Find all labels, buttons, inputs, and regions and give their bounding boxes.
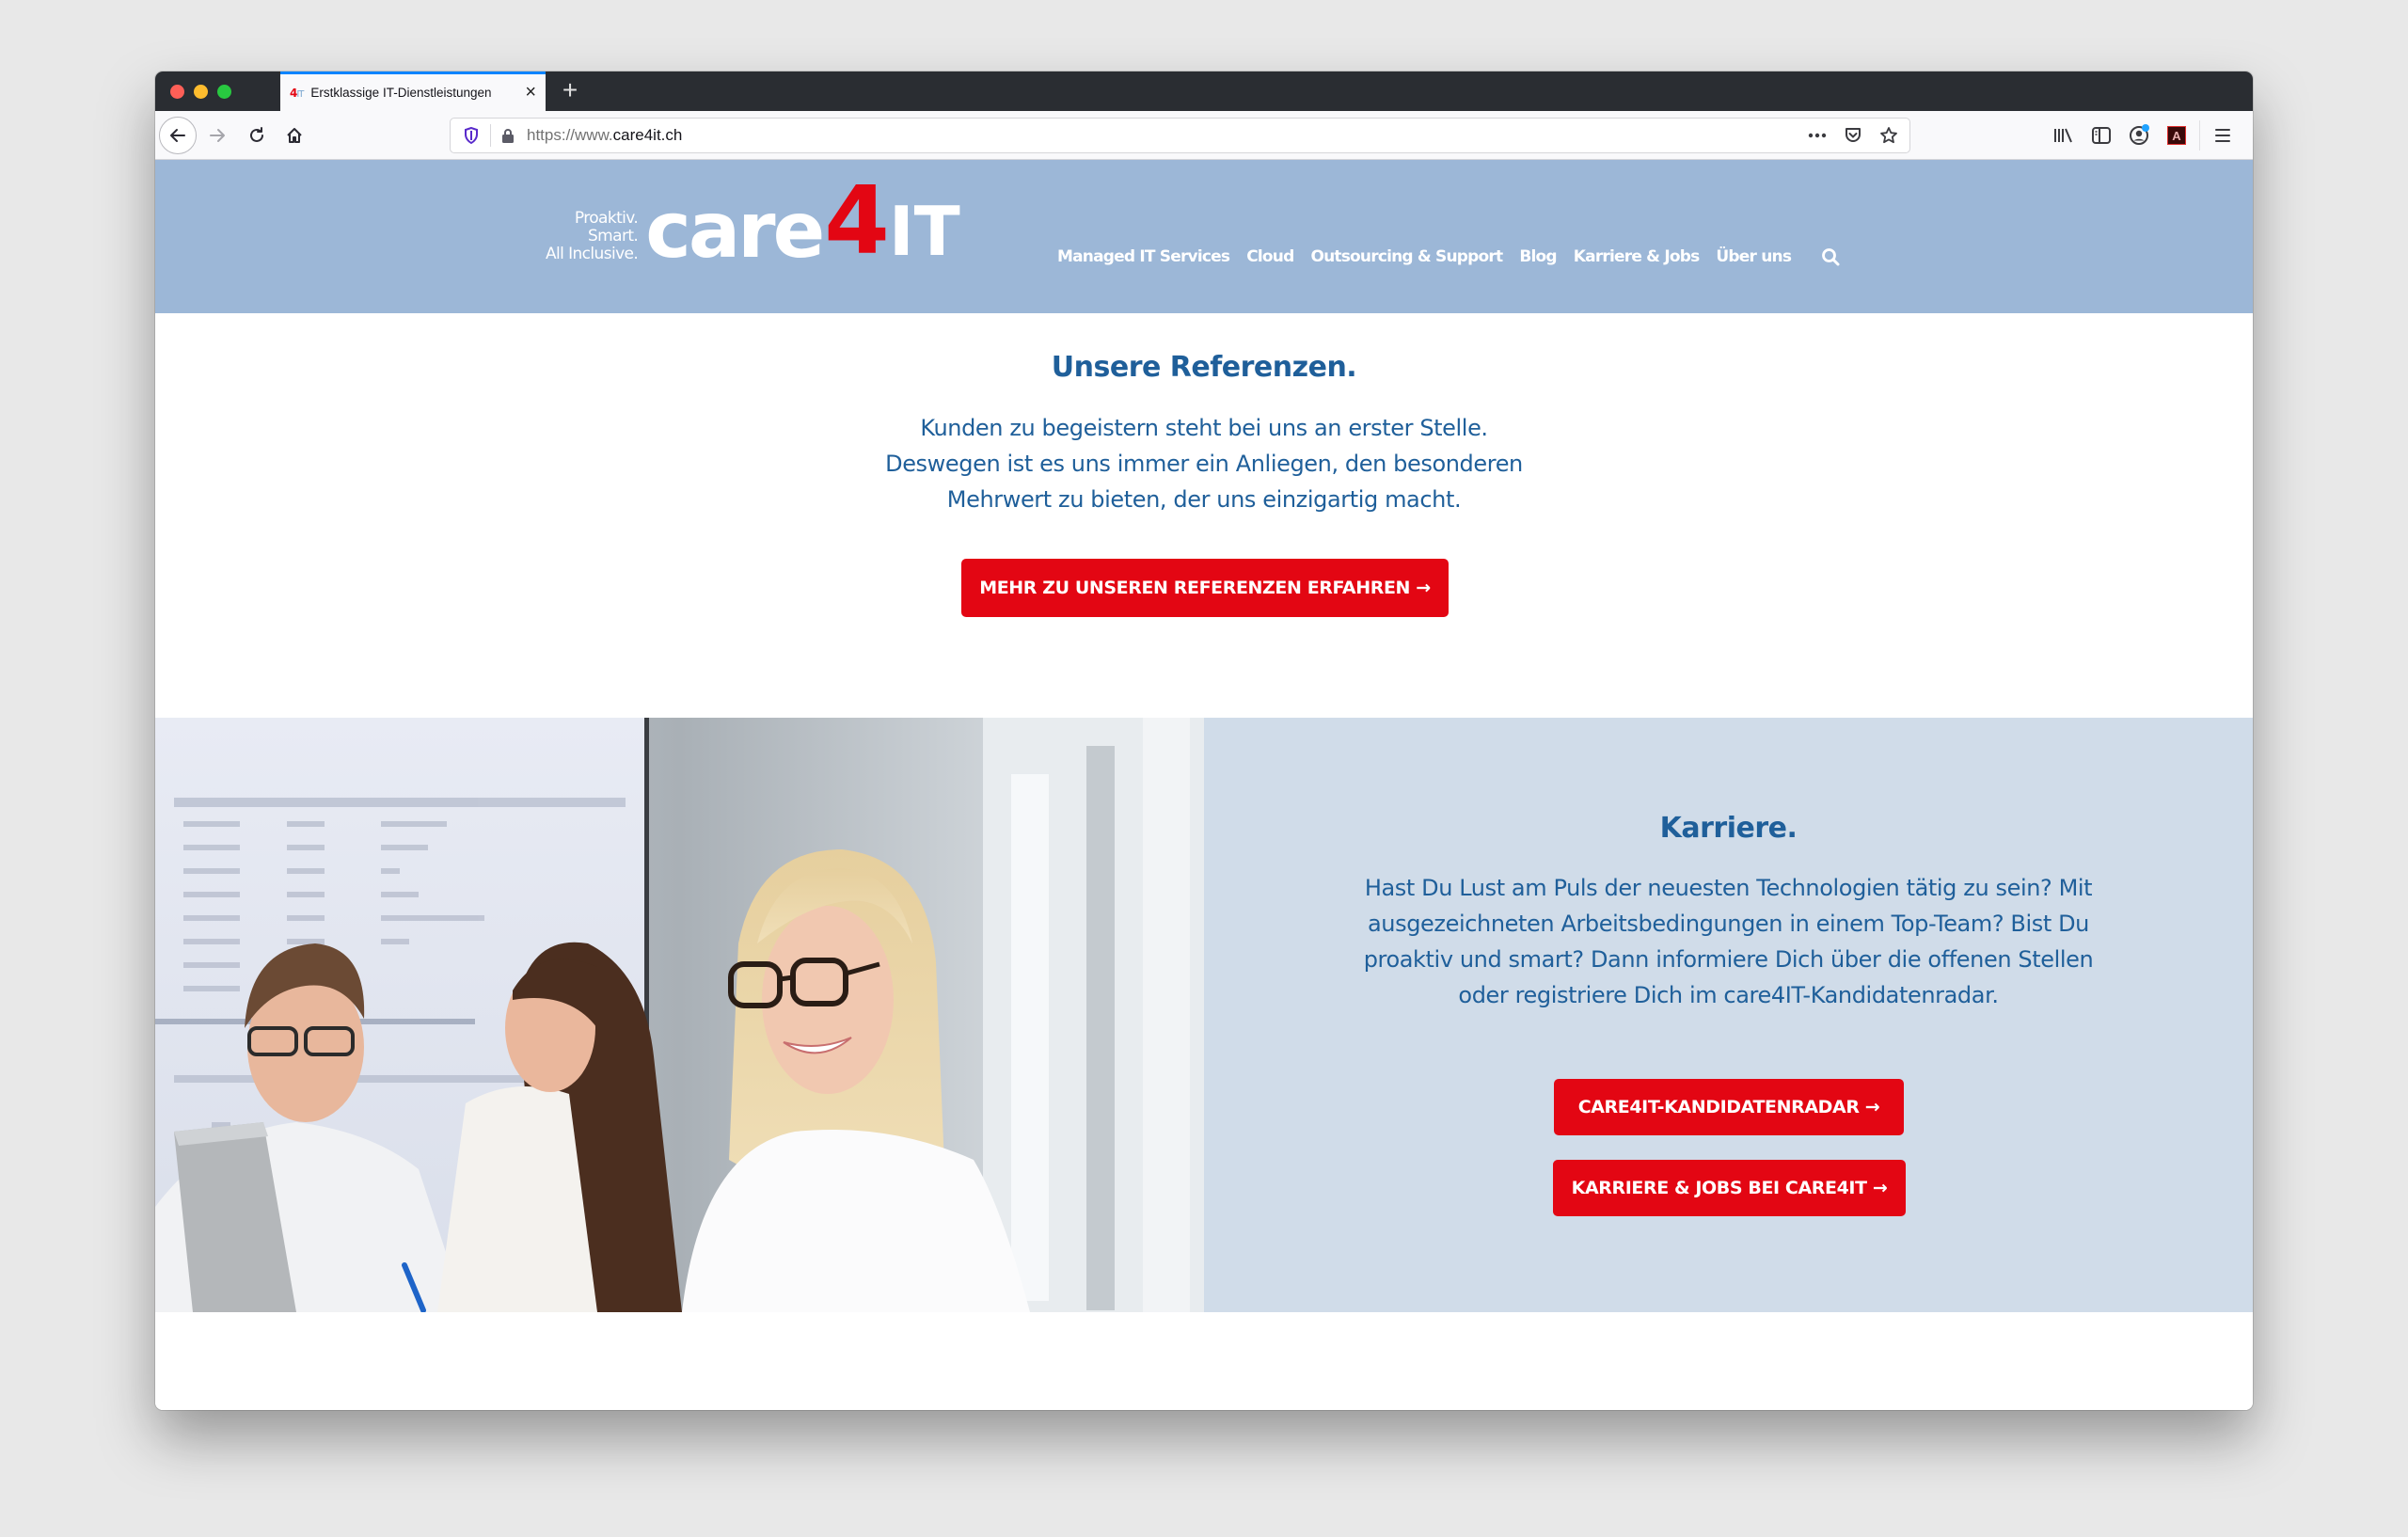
career-body-line: ausgezeichneten Arbeitsbedingungen in ei… — [1368, 911, 2089, 937]
bookmark-star-icon[interactable] — [1877, 124, 1900, 147]
team-photo — [155, 718, 1204, 1312]
nav-item-karriere-jobs[interactable]: Karriere & Jobs — [1574, 247, 1700, 266]
references-body-line: Deswegen ist es uns immer ein Anliegen, … — [885, 451, 1523, 477]
tab-active[interactable]: 4IT Erstklassige IT-Dienstleistungen × — [280, 71, 546, 111]
references-cta-button[interactable]: MEHR ZU UNSEREN REFERENZEN ERFAHREN → — [961, 559, 1449, 617]
page-actions-icon[interactable] — [1806, 124, 1829, 147]
minimize-window-button[interactable] — [194, 85, 208, 99]
logo-tagline: Proaktiv. Smart. All Inclusive. — [546, 209, 639, 263]
tab-title: Erstklassige IT-Dienstleistungen — [310, 86, 492, 100]
url-text: https://www.care4it.ch — [527, 126, 682, 145]
browser-window: 4IT Erstklassige IT-Dienstleistungen × + — [155, 71, 2253, 1410]
nav-item-ueber-uns[interactable]: Über uns — [1716, 247, 1792, 266]
logo-wordmark: care 4 IT — [645, 174, 960, 276]
tab-strip: 4IT Erstklassige IT-Dienstleistungen × + — [155, 71, 2253, 111]
search-icon[interactable] — [1821, 247, 1840, 266]
career-body-line: Hast Du Lust am Puls der neuesten Techno… — [1364, 875, 2093, 901]
references-body-line: Kunden zu begeistern steht bei uns an er… — [920, 415, 1488, 441]
toolbar-right-tools: A — [2045, 119, 2242, 152]
logo-it: IT — [888, 192, 960, 271]
account-icon[interactable] — [2120, 119, 2158, 152]
address-bar-separator — [490, 124, 491, 147]
address-bar[interactable]: https://www.care4it.ch — [450, 118, 1910, 153]
acrobat-icon: A — [2167, 126, 2186, 145]
tagline-line: All Inclusive. — [546, 245, 639, 263]
karriere-jobs-button[interactable]: KARRIERE & JOBS BEI CARE4IT → — [1553, 1160, 1906, 1216]
nav-item-cloud[interactable]: Cloud — [1246, 247, 1294, 266]
reload-icon — [250, 127, 263, 142]
tagline-line: Smart. — [587, 227, 639, 246]
new-tab-button[interactable]: + — [555, 76, 585, 106]
home-button[interactable] — [277, 119, 311, 152]
references-body-line: Mehrwert zu bieten, der uns einzigartig … — [946, 486, 1462, 513]
references-body: Kunden zu begeistern steht bei uns an er… — [155, 410, 2253, 517]
zoom-window-button[interactable] — [217, 85, 231, 99]
tab-close-icon[interactable]: × — [525, 83, 536, 102]
kandidatenradar-button[interactable]: CARE4IT-KANDIDATENRADAR → — [1554, 1079, 1904, 1135]
logo-word: care — [645, 186, 825, 276]
main-nav: Managed IT Services Cloud Outsourcing & … — [1057, 247, 1840, 266]
nav-toolbar: https://www.care4it.ch A — [155, 111, 2253, 160]
tracking-protection-shield-icon[interactable] — [462, 127, 481, 144]
logo-four: 4 — [824, 166, 890, 276]
nav-item-outsourcing-support[interactable]: Outsourcing & Support — [1310, 247, 1503, 266]
url-domain: care4it.ch — [612, 126, 683, 144]
career-body-line: proaktiv und smart? Dann informiere Dich… — [1363, 946, 2094, 973]
notification-dot — [2142, 124, 2149, 132]
favicon-it: IT — [296, 88, 304, 100]
site-header: Proaktiv. Smart. All Inclusive. care 4 IT … — [155, 160, 2253, 313]
career-panel: Karriere. Hast Du Lust am Puls der neues… — [1204, 718, 2253, 1312]
career-title: Karriere. — [1659, 812, 1798, 845]
close-window-button[interactable] — [170, 85, 184, 99]
site-logo[interactable]: Proaktiv. Smart. All Inclusive. care 4 IT — [546, 174, 960, 270]
home-icon — [287, 128, 302, 143]
references-section: Unsere Referenzen. Kunden zu begeistern … — [155, 313, 2253, 718]
arrow-right-icon — [210, 129, 225, 142]
acrobat-extension-button[interactable]: A — [2158, 119, 2195, 152]
references-title: Unsere Referenzen. — [1051, 351, 1357, 384]
sidebar-icon[interactable] — [2083, 119, 2120, 152]
reload-button[interactable] — [240, 119, 274, 152]
nav-item-managed-it-services[interactable]: Managed IT Services — [1057, 247, 1230, 266]
toolbar-separator — [2199, 120, 2200, 151]
favicon-icon: 4IT — [290, 87, 304, 100]
web-page: Proaktiv. Smart. All Inclusive. care 4 IT … — [155, 160, 2253, 1410]
forward-button[interactable] — [200, 119, 234, 152]
url-actions — [1806, 122, 1900, 149]
career-section: Karriere. Hast Du Lust am Puls der neues… — [155, 718, 2253, 1312]
url-prefix: https://www. — [527, 126, 613, 144]
pocket-icon[interactable] — [1842, 124, 1864, 147]
back-button[interactable] — [159, 117, 197, 154]
lock-icon[interactable] — [500, 128, 515, 143]
career-body: Hast Du Lust am Puls der neuesten Techno… — [1204, 870, 2253, 1013]
arrow-left-icon — [170, 129, 185, 142]
tagline-line: Proaktiv. — [574, 209, 639, 228]
menu-icon[interactable] — [2204, 119, 2242, 152]
career-body-line: oder registriere Dich im care4IT-Kandida… — [1458, 982, 1999, 1008]
library-icon[interactable] — [2045, 119, 2083, 152]
nav-item-blog[interactable]: Blog — [1519, 247, 1557, 266]
